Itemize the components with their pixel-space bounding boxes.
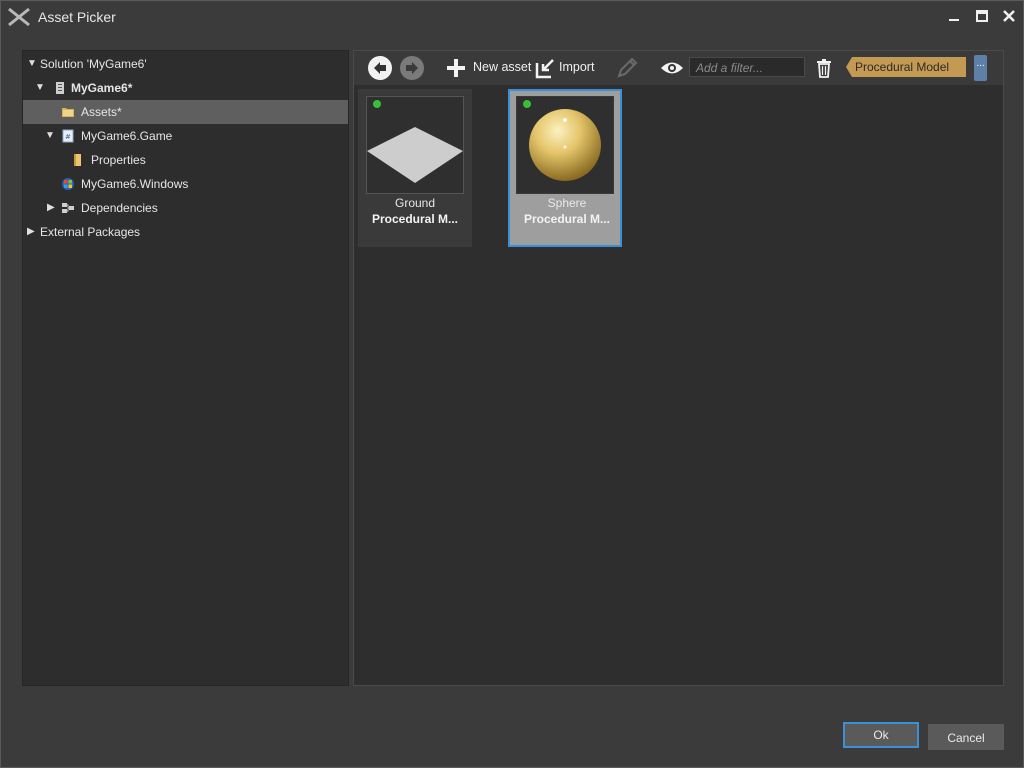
tree-item-assets[interactable]: Assets* bbox=[23, 100, 348, 124]
title-bar: Asset Picker bbox=[1, 1, 1023, 33]
tree-item-windows[interactable]: MyGame6.Windows bbox=[23, 172, 348, 196]
asset-thumbnail bbox=[366, 96, 464, 194]
asset-type: Procedural M... bbox=[371, 212, 459, 226]
tree-item-solution[interactable]: ▼ Solution 'MyGame6' bbox=[23, 52, 348, 76]
ok-button[interactable]: Ok bbox=[843, 722, 919, 748]
asset-name: Ground bbox=[394, 196, 436, 210]
asset-thumbnail bbox=[516, 96, 614, 194]
tree-item-label: Properties bbox=[91, 153, 146, 167]
tree-item-game[interactable]: ▼ # MyGame6.Game bbox=[23, 124, 348, 148]
minimize-icon bbox=[949, 19, 959, 21]
dependencies-icon bbox=[62, 203, 74, 213]
asset-tile-sphere[interactable]: Sphere Procedural M... bbox=[508, 89, 622, 247]
app-logo-icon bbox=[8, 7, 30, 27]
back-button[interactable] bbox=[368, 56, 392, 80]
svg-text:#: # bbox=[65, 133, 71, 141]
tree-item-label: External Packages bbox=[40, 225, 141, 239]
pencil-icon[interactable] bbox=[615, 56, 639, 80]
tree-item-label: Assets* bbox=[81, 105, 122, 119]
cancel-button[interactable]: Cancel bbox=[928, 724, 1004, 750]
new-asset-button[interactable]: New asset bbox=[473, 60, 531, 74]
chevron-right-icon[interactable]: ▶ bbox=[47, 196, 55, 220]
asset-name: Sphere bbox=[547, 196, 587, 210]
tree-item-label: Dependencies bbox=[81, 201, 158, 215]
filter-input[interactable]: Add a filter... bbox=[689, 57, 805, 77]
arrow-left-icon bbox=[374, 62, 386, 74]
asset-toolbar: New asset Import Add a filter... Procedu… bbox=[354, 51, 1003, 85]
close-button[interactable] bbox=[998, 7, 1020, 27]
folder-icon bbox=[62, 108, 74, 117]
status-ok-icon bbox=[373, 100, 381, 108]
tree-item-properties[interactable]: Properties bbox=[23, 148, 348, 172]
forward-button[interactable] bbox=[400, 56, 424, 80]
window-title: Asset Picker bbox=[38, 9, 116, 25]
asset-view-panel: New asset Import Add a filter... Procedu… bbox=[353, 50, 1004, 686]
tree-item-label: MyGame6.Windows bbox=[81, 177, 189, 191]
project-icon bbox=[56, 82, 64, 94]
plus-icon[interactable] bbox=[446, 58, 466, 78]
sphere-model-icon bbox=[529, 109, 601, 181]
import-button[interactable]: Import bbox=[559, 60, 594, 74]
tree-item-external-packages[interactable]: ▶ External Packages bbox=[23, 220, 348, 244]
asset-tile-ground[interactable]: Ground Procedural M... bbox=[358, 89, 472, 247]
close-icon bbox=[1003, 10, 1015, 22]
chevron-down-icon[interactable]: ▼ bbox=[35, 76, 45, 100]
chevron-down-icon[interactable]: ▼ bbox=[45, 124, 55, 148]
asset-picker-window: Asset Picker ▼ Solution 'MyGame6' ▼ MyGa… bbox=[0, 0, 1024, 768]
more-options-button[interactable]: ... bbox=[974, 55, 987, 81]
folder-icon bbox=[74, 154, 81, 166]
tree-item-label: Solution 'MyGame6' bbox=[40, 57, 147, 71]
plane-model-icon bbox=[367, 127, 463, 183]
maximize-icon bbox=[976, 10, 988, 22]
minimize-button[interactable] bbox=[943, 7, 965, 27]
maximize-button[interactable] bbox=[971, 7, 993, 27]
asset-type: Procedural M... bbox=[523, 212, 611, 226]
arrow-right-icon bbox=[406, 62, 418, 74]
csharp-file-icon: # bbox=[62, 129, 74, 143]
trash-icon[interactable] bbox=[816, 58, 832, 78]
chevron-down-icon[interactable]: ▼ bbox=[27, 52, 37, 76]
windows-logo-icon bbox=[62, 178, 74, 190]
import-icon[interactable] bbox=[535, 57, 555, 79]
eye-icon[interactable] bbox=[660, 60, 684, 76]
chevron-right-icon[interactable]: ▶ bbox=[27, 220, 35, 244]
tree-item-label: MyGame6.Game bbox=[81, 129, 173, 143]
tree-item-label: MyGame6* bbox=[71, 81, 133, 95]
tree-item-dependencies[interactable]: ▶ Dependencies bbox=[23, 196, 348, 220]
filter-tag-procedural-model[interactable]: Procedural Model bbox=[846, 57, 966, 77]
status-ok-icon bbox=[523, 100, 531, 108]
solution-tree-panel: ▼ Solution 'MyGame6' ▼ MyGame6* Assets* … bbox=[22, 50, 349, 686]
tree-item-project[interactable]: ▼ MyGame6* bbox=[23, 76, 348, 100]
